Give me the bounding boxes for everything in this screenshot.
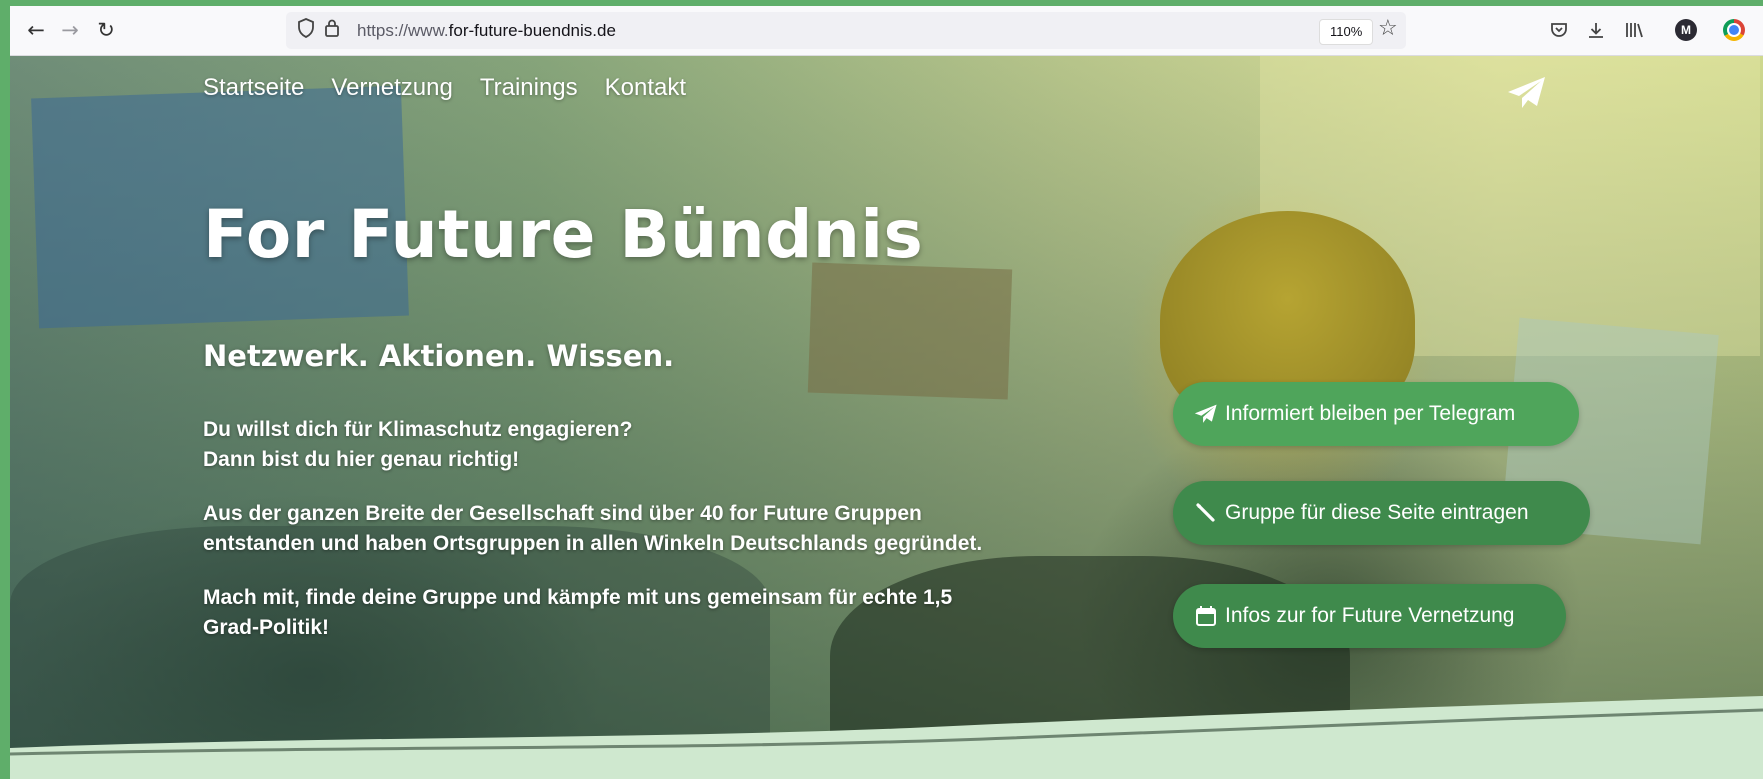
reload-icon[interactable]: ↻ (92, 16, 120, 44)
nav-link-trainings[interactable]: Trainings (480, 74, 578, 102)
forward-icon[interactable]: → (56, 16, 84, 44)
pencil-icon (1193, 502, 1219, 524)
web-page: Startseite Vernetzung Trainings Kontakt … (10, 56, 1763, 779)
telegram-button[interactable]: Informiert bleiben per Telegram (1173, 382, 1579, 446)
url-prefix: https://www. (357, 21, 449, 40)
telegram-plane-icon (1193, 404, 1219, 424)
url-domain: for-future-buendnis.de (448, 21, 616, 40)
address-bar[interactable]: https://www.for-future-buendnis.de 110% … (286, 12, 1406, 49)
section-divider-wave (10, 696, 1763, 779)
hero-call-to-action-text: Mach mit, finde deine Gruppe und kämpfe … (203, 583, 1083, 643)
telegram-button-label: Informiert bleiben per Telegram (1225, 402, 1516, 425)
nav-link-startseite[interactable]: Startseite (203, 74, 304, 102)
paragraph-line: entstanden und haben Ortsgruppen in alle… (203, 532, 983, 555)
browser-toolbar: ← → ↻ https://www.for-future-buendnis.de… (10, 6, 1763, 56)
download-icon[interactable] (1583, 17, 1609, 43)
pocket-icon[interactable] (1546, 17, 1572, 43)
register-group-button[interactable]: Gruppe für diese Seite eintragen (1173, 481, 1590, 545)
hero-paragraph: Aus der ganzen Breite der Gesellschaft s… (203, 499, 1083, 559)
shield-icon[interactable] (297, 18, 315, 43)
profile-avatar[interactable]: M (1675, 19, 1697, 41)
register-group-button-label: Gruppe für diese Seite eintragen (1225, 501, 1529, 524)
nav-link-vernetzung[interactable]: Vernetzung (331, 74, 452, 102)
intro-line: Du willst dich für Klimaschutz engagiere… (203, 418, 633, 441)
nav-link-kontakt[interactable]: Kontakt (605, 74, 686, 102)
library-icon[interactable] (1621, 17, 1647, 43)
star-icon[interactable]: ☆ (1378, 16, 1398, 41)
zoom-level[interactable]: 110% (1319, 19, 1374, 45)
hero-subtitle: Netzwerk. Aktionen. Wissen. (203, 339, 675, 373)
telegram-plane-icon[interactable] (1507, 76, 1547, 115)
paragraph-line: Mach mit, finde deine Gruppe und kämpfe … (203, 586, 953, 609)
extension-icon[interactable] (1723, 19, 1745, 41)
intro-line: Dann bist du hier genau richtig! (203, 448, 520, 471)
page-title: For Future Bündnis (203, 196, 924, 273)
network-info-button[interactable]: Infos zur for Future Vernetzung (1173, 584, 1566, 648)
main-nav: Startseite Vernetzung Trainings Kontakt (203, 74, 686, 102)
hero-intro: Du willst dich für Klimaschutz engagiere… (203, 415, 1083, 475)
url-text[interactable]: https://www.for-future-buendnis.de (357, 21, 616, 41)
paragraph-line: Aus der ganzen Breite der Gesellschaft s… (203, 502, 922, 525)
calendar-icon (1193, 605, 1219, 627)
background-protest-sign (807, 262, 1013, 400)
network-info-button-label: Infos zur for Future Vernetzung (1225, 604, 1515, 627)
lock-icon[interactable] (324, 18, 340, 43)
back-icon[interactable]: ← (22, 16, 50, 44)
paragraph-line: Grad-Politik! (203, 616, 330, 639)
